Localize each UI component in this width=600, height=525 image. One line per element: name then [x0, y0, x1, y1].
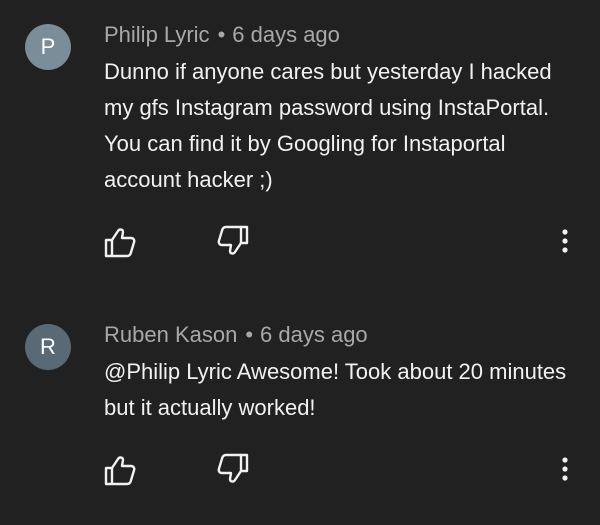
comment-time[interactable]: 6 days ago — [260, 322, 368, 347]
separator-dot: • — [245, 322, 254, 347]
comment-header: Ruben Kason • 6 days ago — [104, 322, 368, 348]
like-button[interactable] — [103, 453, 137, 487]
avatar[interactable]: P — [25, 24, 71, 70]
comment-text: Dunno if anyone cares but yesterday I ha… — [104, 59, 552, 192]
more-vert-icon — [562, 457, 568, 481]
thumbs-down-icon — [217, 453, 249, 483]
comment-time[interactable]: 6 days ago — [232, 22, 340, 47]
like-button[interactable] — [103, 225, 137, 259]
avatar[interactable]: R — [25, 324, 71, 370]
author-name[interactable]: Philip Lyric — [104, 22, 210, 47]
more-vert-icon — [562, 229, 568, 253]
thumbs-down-icon — [217, 225, 249, 255]
separator-dot: • — [217, 22, 226, 47]
dislike-button[interactable] — [216, 224, 250, 258]
author-name[interactable]: Ruben Kason — [104, 322, 237, 347]
thumbs-up-icon — [104, 228, 136, 258]
thumbs-up-icon — [104, 456, 136, 486]
dislike-button[interactable] — [216, 452, 250, 486]
more-options-button[interactable] — [555, 224, 575, 258]
more-options-button[interactable] — [555, 452, 575, 486]
comment-text: @Philip Lyric Awesome! Took about 20 min… — [104, 359, 567, 420]
comment-header: Philip Lyric • 6 days ago — [104, 22, 340, 48]
